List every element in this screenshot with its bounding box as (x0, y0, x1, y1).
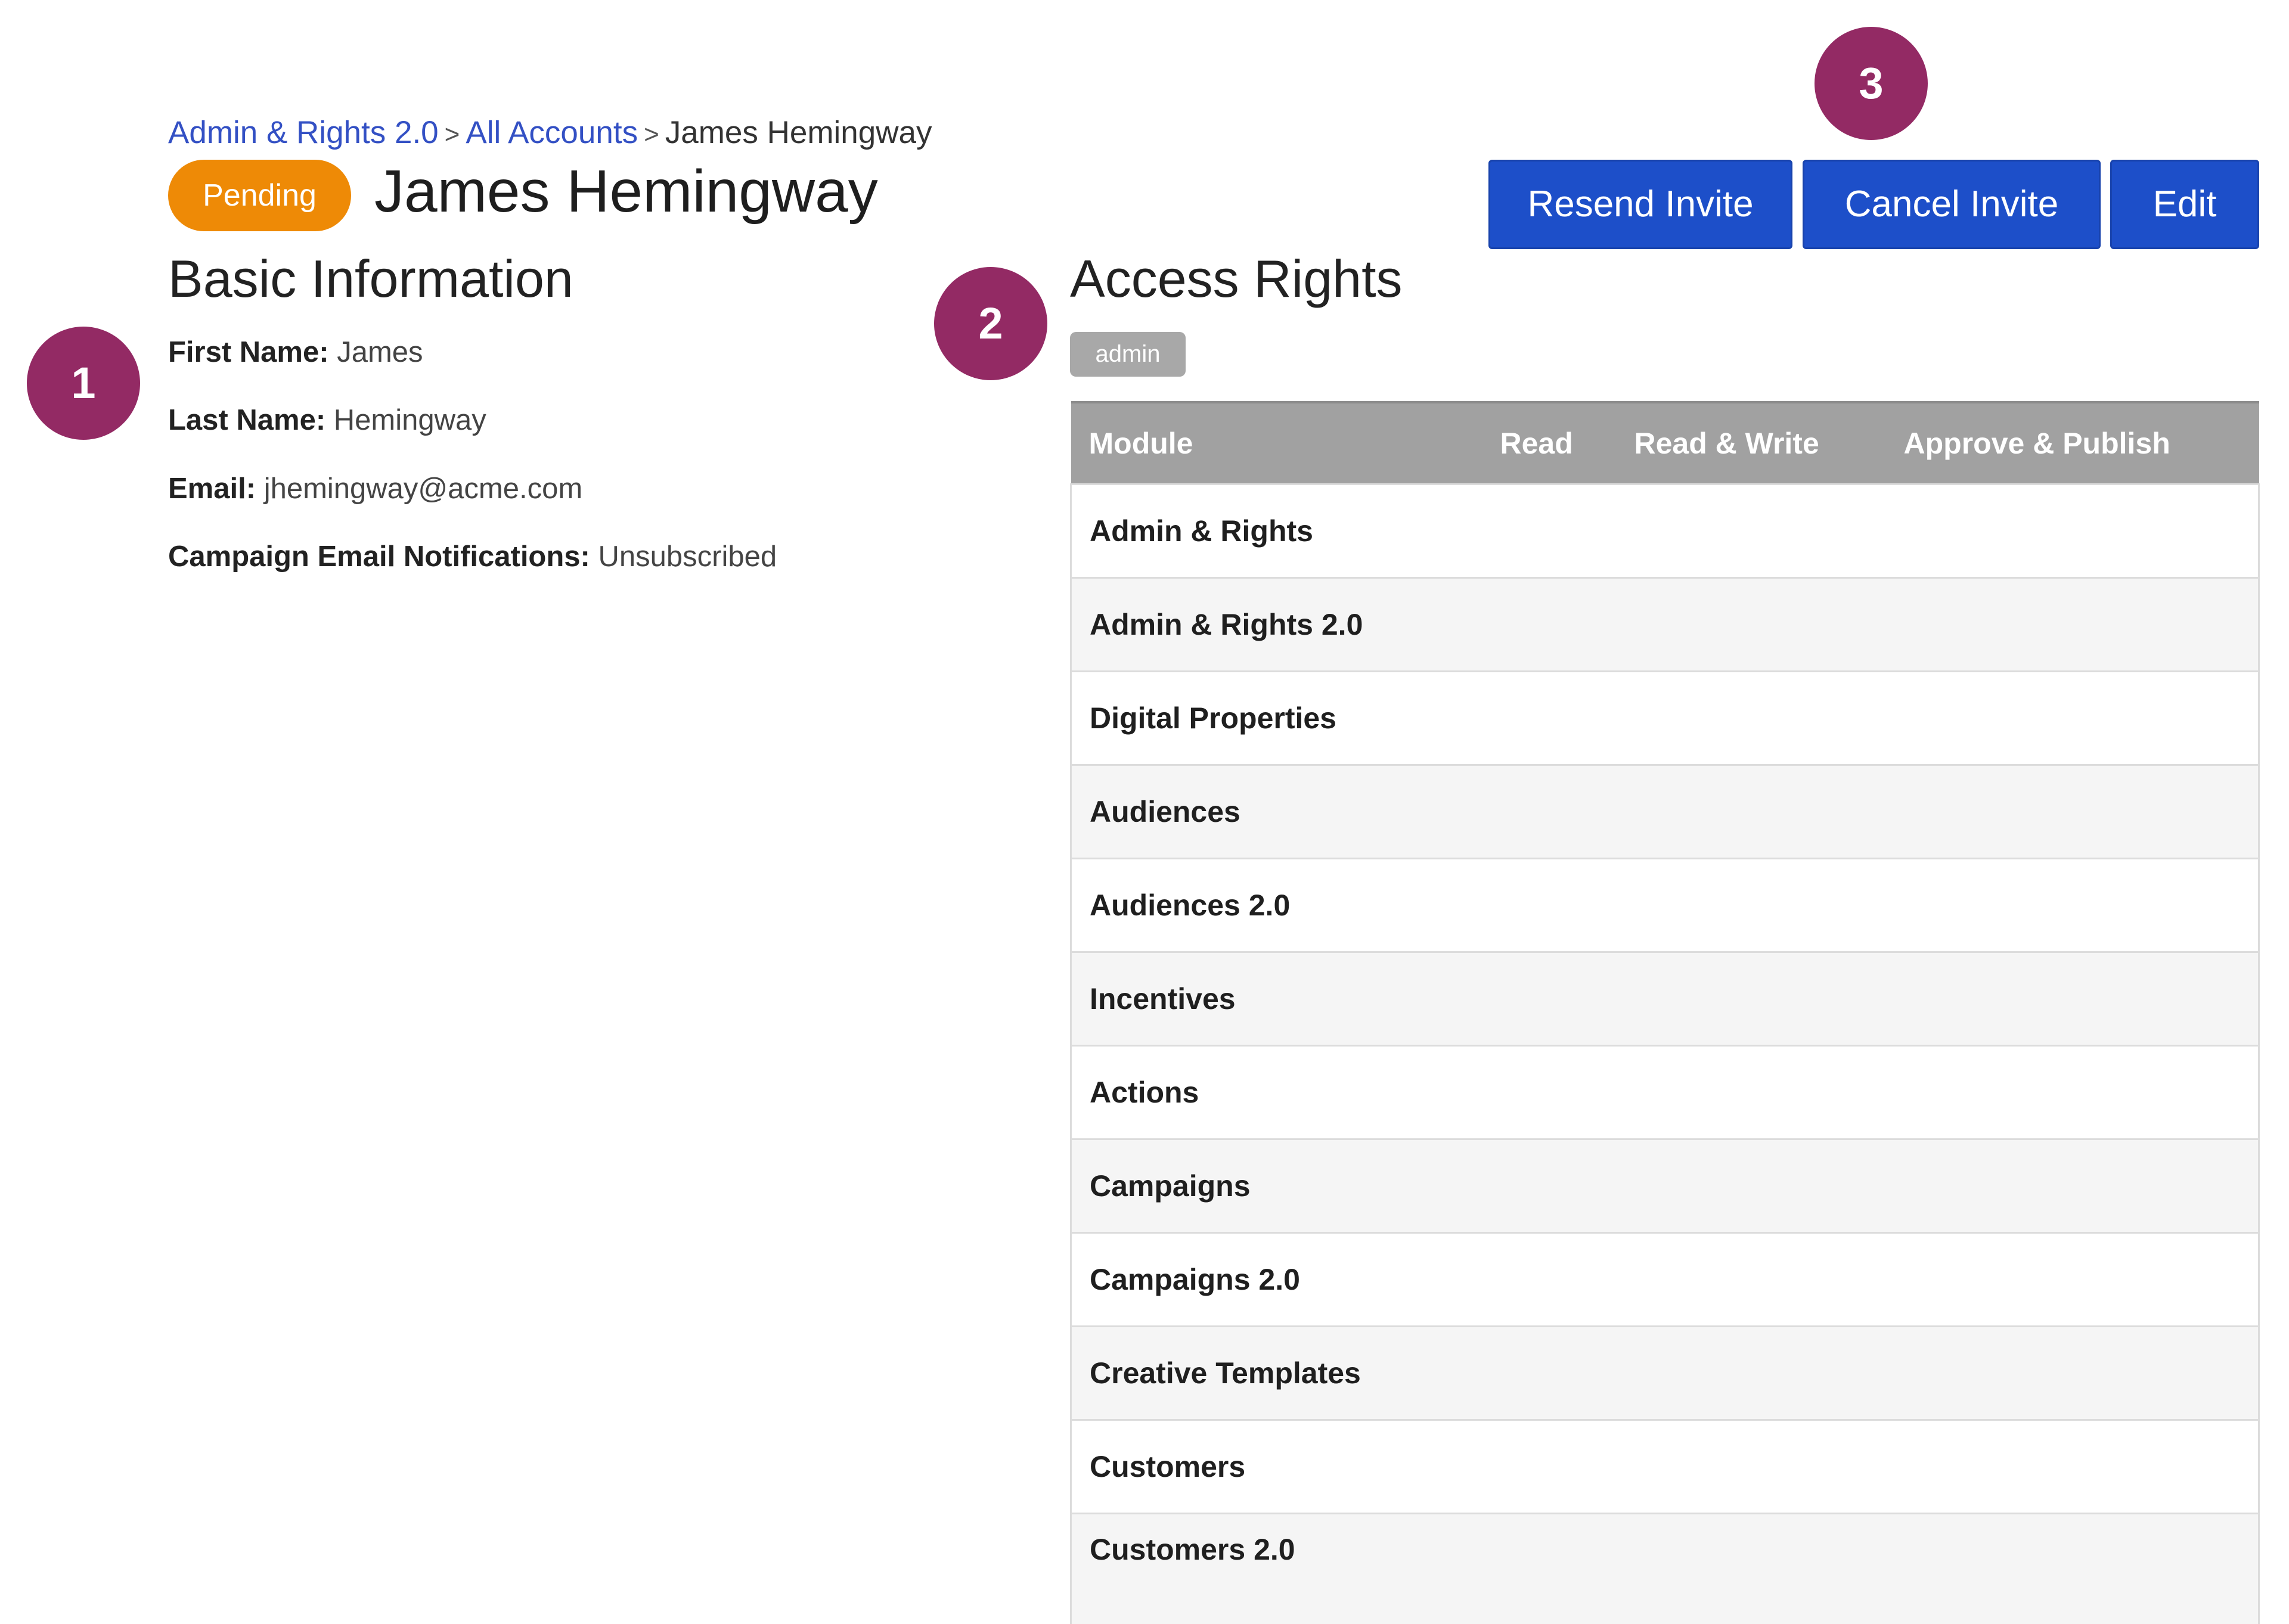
column-header-read: Read (1482, 402, 1617, 485)
table-row: Campaigns 2.0 (1071, 1233, 2259, 1327)
read-write-cell (1617, 765, 1886, 859)
read-write-cell (1617, 578, 1886, 672)
read-write-cell (1617, 952, 1886, 1046)
approve-publish-cell (1886, 1139, 2259, 1233)
approve-publish-cell (1886, 859, 2259, 952)
email-field: Email: jhemingway@acme.com (168, 468, 582, 510)
table-row: Incentives (1071, 952, 2259, 1046)
read-write-cell (1617, 1514, 1886, 1624)
read-cell (1482, 765, 1617, 859)
role-tag: admin (1070, 332, 1186, 377)
step-marker-1: 1 (27, 327, 140, 440)
table-row: Creative Templates (1071, 1327, 2259, 1420)
read-write-cell (1617, 1420, 1886, 1514)
column-header-module: Module (1071, 402, 1482, 485)
read-write-cell (1617, 1327, 1886, 1420)
approve-publish-cell (1886, 1233, 2259, 1327)
module-name: Campaigns 2.0 (1071, 1233, 1482, 1327)
email-label: Email: (168, 473, 256, 505)
column-header-approve-publish: Approve & Publish (1886, 402, 2259, 485)
read-write-cell (1617, 672, 1886, 765)
approve-publish-cell (1886, 765, 2259, 859)
module-name: Campaigns (1071, 1139, 1482, 1233)
read-cell (1482, 1046, 1617, 1139)
step-marker-2: 2 (934, 267, 1047, 380)
module-name: Audiences 2.0 (1071, 859, 1482, 952)
campaign-email-notifications-label: Campaign Email Notifications: (168, 541, 590, 573)
read-write-cell (1617, 1233, 1886, 1327)
breadcrumb: Admin & Rights 2.0>All Accounts>James He… (168, 112, 932, 156)
table-row: Customers (1071, 1420, 2259, 1514)
read-cell (1482, 672, 1617, 765)
page-title: James Hemingway (374, 153, 878, 230)
table-row: Actions (1071, 1046, 2259, 1139)
approve-publish-cell (1886, 485, 2259, 578)
read-cell (1482, 578, 1617, 672)
basic-information-heading: Basic Information (168, 246, 573, 312)
resend-invite-button[interactable]: Resend Invite (1488, 160, 1792, 249)
status-badge: Pending (168, 160, 351, 231)
table-row: Admin & Rights (1071, 485, 2259, 578)
module-name: Incentives (1071, 952, 1482, 1046)
email-value: jhemingway@acme.com (264, 473, 582, 505)
approve-publish-cell (1886, 578, 2259, 672)
read-cell (1482, 1139, 1617, 1233)
read-cell (1482, 1514, 1617, 1624)
read-write-cell (1617, 1046, 1886, 1139)
read-cell (1482, 859, 1617, 952)
approve-publish-cell (1886, 952, 2259, 1046)
first-name-label: First Name: (168, 336, 329, 368)
read-cell (1482, 1327, 1617, 1420)
module-name: Customers 2.0 (1071, 1514, 1482, 1624)
approve-publish-cell (1886, 1420, 2259, 1514)
campaign-email-notifications-field: Campaign Email Notifications: Unsubscrib… (168, 536, 777, 577)
read-write-cell (1617, 485, 1886, 578)
approve-publish-cell (1886, 1327, 2259, 1420)
last-name-field: Last Name: Hemingway (168, 399, 486, 441)
access-rights-table: Module Read Read & Write Approve & Publi… (1070, 401, 2260, 1624)
column-header-read-write: Read & Write (1617, 402, 1886, 485)
table-header-row: Module Read Read & Write Approve & Publi… (1071, 402, 2259, 485)
edit-button[interactable]: Edit (2110, 160, 2259, 249)
module-name: Digital Properties (1071, 672, 1482, 765)
approve-publish-cell (1886, 1514, 2259, 1624)
table-row: Admin & Rights 2.0 (1071, 578, 2259, 672)
breadcrumb-separator: > (439, 120, 466, 149)
read-write-cell (1617, 859, 1886, 952)
breadcrumb-separator: > (638, 120, 665, 149)
table-row: Audiences (1071, 765, 2259, 859)
read-cell (1482, 952, 1617, 1046)
read-cell (1482, 485, 1617, 578)
breadcrumb-link-admin-rights[interactable]: Admin & Rights 2.0 (168, 115, 439, 150)
table-row: Digital Properties (1071, 672, 2259, 765)
approve-publish-cell (1886, 672, 2259, 765)
last-name-label: Last Name: (168, 404, 325, 436)
campaign-email-notifications-value: Unsubscribed (598, 541, 777, 573)
module-name: Admin & Rights 2.0 (1071, 578, 1482, 672)
breadcrumb-link-all-accounts[interactable]: All Accounts (466, 115, 638, 150)
read-write-cell (1617, 1139, 1886, 1233)
module-name: Customers (1071, 1420, 1482, 1514)
first-name-field: First Name: James (168, 331, 423, 373)
first-name-value: James (337, 336, 423, 368)
cancel-invite-button[interactable]: Cancel Invite (1803, 160, 2101, 249)
module-name: Creative Templates (1071, 1327, 1482, 1420)
module-name: Actions (1071, 1046, 1482, 1139)
read-cell (1482, 1233, 1617, 1327)
last-name-value: Hemingway (334, 404, 486, 436)
read-cell (1482, 1420, 1617, 1514)
table-row: Audiences 2.0 (1071, 859, 2259, 952)
access-rights-heading: Access Rights (1070, 246, 1403, 312)
module-name: Audiences (1071, 765, 1482, 859)
module-name: Admin & Rights (1071, 485, 1482, 578)
breadcrumb-current: James Hemingway (665, 115, 932, 150)
approve-publish-cell (1886, 1046, 2259, 1139)
step-marker-3: 3 (1815, 27, 1928, 140)
table-row: Campaigns (1071, 1139, 2259, 1233)
table-row: Customers 2.0 (1071, 1514, 2259, 1624)
